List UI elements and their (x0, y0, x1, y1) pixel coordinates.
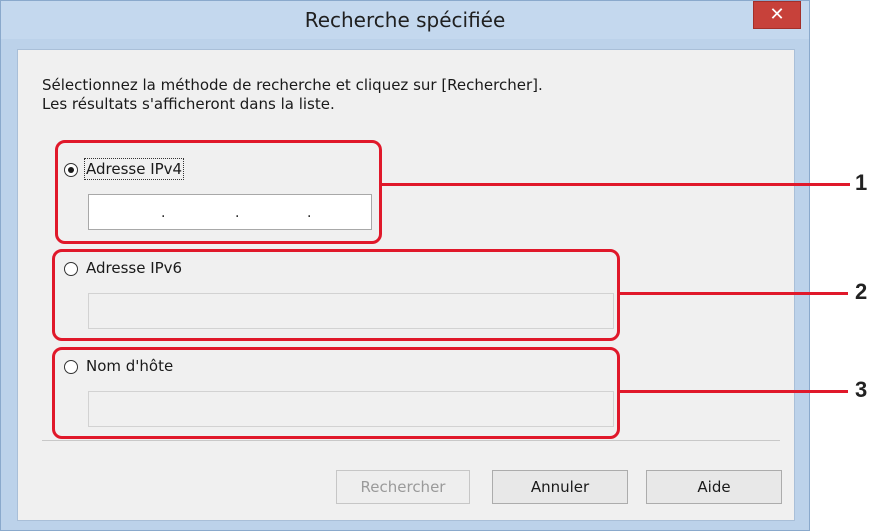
cancel-button[interactable]: Annuler (492, 470, 628, 504)
dialog-title: Recherche spécifiée (304, 8, 506, 32)
separator-line (42, 440, 780, 441)
callout-box-2 (52, 249, 620, 341)
search-button[interactable]: Rechercher (336, 470, 470, 504)
close-icon: ✕ (769, 4, 785, 25)
instruction-text: Sélectionnez la méthode de recherche et … (42, 76, 543, 113)
callout-line-3 (620, 390, 848, 393)
callout-box-3 (52, 347, 620, 439)
callout-number-2: 2 (855, 279, 868, 304)
callout-line-1 (382, 183, 850, 186)
callout-number-3: 3 (855, 377, 868, 402)
help-button[interactable]: Aide (646, 470, 782, 504)
title-bar: Recherche spécifiée ✕ (1, 1, 809, 39)
callout-box-1 (55, 140, 382, 244)
stage: Recherche spécifiée ✕ Sélectionnez la mé… (0, 0, 872, 531)
callout-line-2 (620, 292, 848, 295)
callout-number-1: 1 (855, 170, 868, 195)
close-button[interactable]: ✕ (753, 1, 801, 29)
